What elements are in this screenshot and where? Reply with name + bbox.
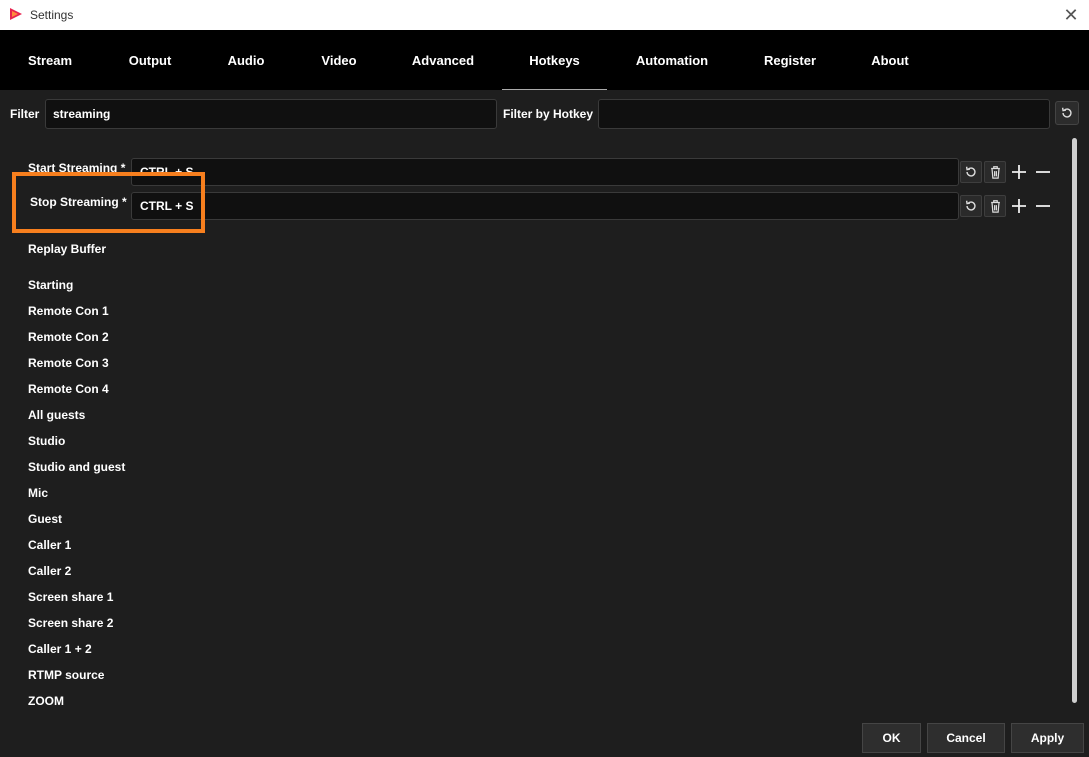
list-item: Studio [28, 434, 66, 448]
title-bar: Settings ✕ [0, 0, 1089, 30]
tab-video[interactable]: Video [305, 30, 373, 90]
list-item: Remote Con 1 [28, 304, 109, 318]
minus-icon [1036, 205, 1050, 207]
tab-audio[interactable]: Audio [212, 30, 280, 90]
hotkey-label-start-streaming: Start Streaming * [28, 161, 126, 175]
list-item: RTMP source [28, 668, 105, 682]
filter-label: Filter [10, 107, 40, 121]
revert-button[interactable] [960, 195, 982, 217]
apply-button[interactable]: Apply [1011, 723, 1084, 753]
list-item: Guest [28, 512, 63, 526]
list-item: Screen share 2 [28, 616, 114, 630]
list-item: Mic [28, 486, 49, 500]
filter-input[interactable] [45, 99, 497, 129]
list-item: ZOOM [28, 694, 64, 708]
close-icon[interactable]: ✕ [1053, 0, 1089, 30]
remove-button[interactable] [1032, 161, 1054, 183]
tab-register[interactable]: Register [752, 30, 828, 90]
clear-button[interactable] [984, 195, 1006, 217]
tab-about[interactable]: About [860, 30, 920, 90]
tab-automation[interactable]: Automation [625, 30, 719, 90]
hotkey-list: Start Streaming * Stop Streaming * Repla… [0, 130, 1089, 715]
scrollbar-thumb[interactable] [1072, 138, 1077, 703]
cancel-button[interactable]: Cancel [927, 723, 1005, 753]
minus-icon [1036, 171, 1050, 173]
list-item: Studio and guest [28, 460, 126, 474]
list-item: Caller 1 + 2 [28, 642, 92, 656]
filter-hotkey-label: Filter by Hotkey [503, 107, 594, 121]
scrollbar[interactable] [1068, 135, 1080, 710]
add-button[interactable] [1008, 161, 1030, 183]
list-item: Replay Buffer [28, 242, 107, 256]
plus-icon [1012, 165, 1026, 179]
list-item: Screen share 1 [28, 590, 114, 604]
reset-icon [1061, 107, 1072, 118]
list-item: Remote Con 2 [28, 330, 109, 344]
hotkey-label-stop-streaming: Stop Streaming * [30, 195, 127, 209]
window-title: Settings [30, 8, 74, 22]
hotkey-input-start-streaming[interactable] [131, 158, 959, 186]
tab-hotkeys[interactable]: Hotkeys [502, 30, 607, 90]
list-item: All guests [28, 408, 86, 422]
trash-icon [990, 166, 1000, 179]
list-item: Starting [28, 278, 74, 292]
hotkey-input-stop-streaming[interactable] [131, 192, 959, 220]
revert-icon [965, 166, 976, 177]
tab-advanced[interactable]: Advanced [400, 30, 486, 90]
tab-stream[interactable]: Stream [14, 30, 86, 90]
ok-button[interactable]: OK [862, 723, 921, 753]
app-logo-icon [10, 8, 22, 20]
revert-icon [965, 200, 976, 211]
list-item: Remote Con 4 [28, 382, 109, 396]
trash-icon [990, 200, 1000, 213]
filter-hotkey-input[interactable] [598, 99, 1050, 129]
tab-output[interactable]: Output [110, 30, 190, 90]
add-button[interactable] [1008, 195, 1030, 217]
clear-button[interactable] [984, 161, 1006, 183]
revert-button[interactable] [960, 161, 982, 183]
list-item: Remote Con 3 [28, 356, 109, 370]
remove-button[interactable] [1032, 195, 1054, 217]
filter-row: Filter Filter by Hotkey [0, 99, 1089, 129]
list-item: Caller 2 [28, 564, 72, 578]
reset-filter-button[interactable] [1055, 101, 1079, 125]
list-item: Caller 1 [28, 538, 72, 552]
tab-bar: Stream Output Audio Video Advanced Hotke… [0, 30, 1089, 90]
plus-icon [1012, 199, 1026, 213]
